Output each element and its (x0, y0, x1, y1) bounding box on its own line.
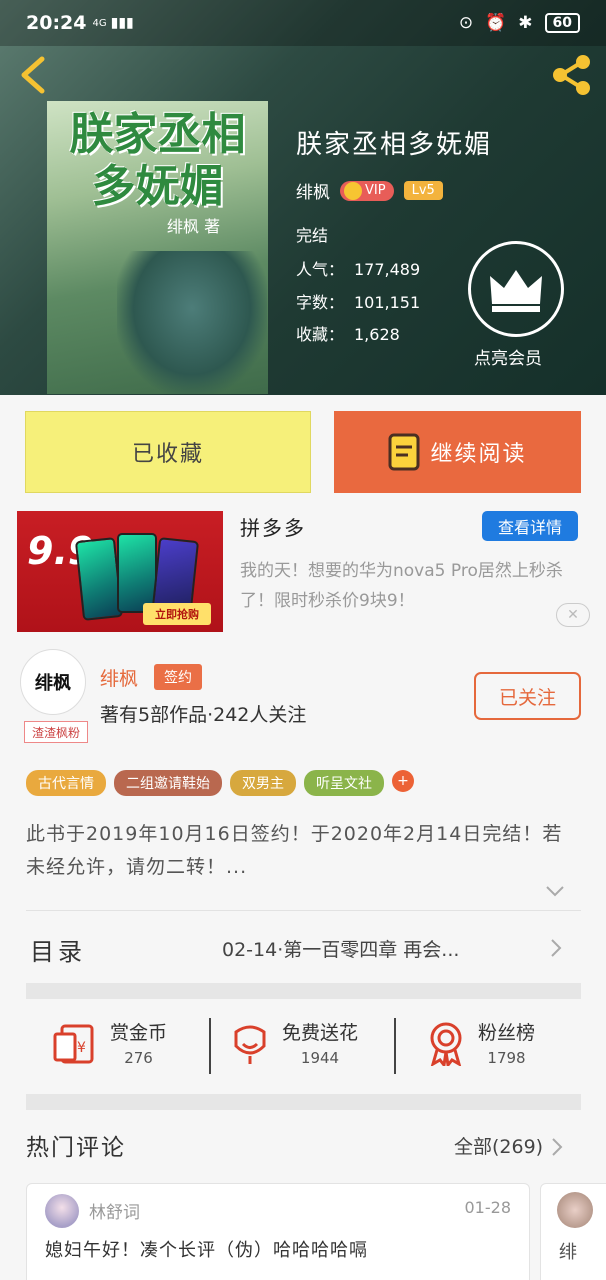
section-separator (26, 1094, 581, 1110)
status-time: 20:24 (26, 12, 87, 34)
cover-title: 朕家丞相多妩媚 (69, 109, 246, 212)
stat-name: 免费送花 (282, 1022, 359, 1044)
ad-buy-button[interactable]: 立即抢购 (143, 603, 211, 625)
author-name[interactable]: 绯枫 (100, 664, 138, 691)
stat-value: 1944 (300, 1049, 340, 1067)
book-title: 朕家丞相多妩媚 (296, 130, 493, 160)
ad-title[interactable]: 拼多多 (240, 512, 306, 541)
commenter-name[interactable]: 林舒词 (89, 1198, 140, 1223)
ad-detail-button[interactable]: 查看详情 (482, 511, 578, 541)
words-value: 101,151 (354, 293, 421, 312)
commenter-avatar[interactable] (45, 1194, 79, 1228)
back-icon[interactable] (18, 56, 48, 94)
stat-value: 1798 (487, 1049, 526, 1067)
comment-text: 媳妇午好！凑个长评（伪）哈哈哈哈嗝 (45, 1240, 368, 1261)
ad-close-button[interactable]: ✕ (556, 603, 590, 627)
battery-indicator: 60 (544, 13, 580, 33)
comment-date: 01-28 (464, 1198, 512, 1217)
signal-icon: ▮▮▮ (110, 15, 134, 31)
ad-image[interactable]: 9.9 元 立即抢购 (17, 511, 223, 632)
tag[interactable]: 古代言情 (26, 770, 106, 796)
popularity-row: 人气： 177,489 (296, 256, 420, 280)
level-badge: Lv5 (403, 181, 443, 200)
network-indicator: 4G (92, 17, 107, 29)
all-comments-link[interactable]: 全部(269) (454, 1132, 543, 1159)
cover-author: 绯枫 著 (167, 217, 221, 236)
collected-button[interactable]: 已收藏 (25, 411, 311, 493)
vip-crown-icon (344, 181, 362, 200)
vip-badge: VIP (340, 180, 394, 201)
continue-reading-label: 继续阅读 (430, 442, 527, 467)
book-author[interactable]: 绯枫 (296, 178, 330, 203)
toc-label[interactable]: 目录 (30, 932, 86, 967)
bluetooth-icon: ✱ (518, 13, 533, 33)
tag[interactable]: 双男主 (230, 770, 296, 796)
chevron-down-icon[interactable] (545, 884, 565, 898)
free-flowers[interactable]: 免费送花 1944 (230, 1018, 358, 1067)
comment-card[interactable]: 绯 (540, 1183, 606, 1280)
words-row: 字数： 101,151 (296, 289, 420, 313)
favorites-value: 1,628 (354, 325, 400, 344)
crown-icon (490, 270, 542, 312)
popularity-label: 人气： (296, 260, 345, 279)
hot-comments-title: 热门评论 (26, 1135, 126, 1161)
book-summary[interactable]: 此书于2019年10月16日签约！于2020年2月14日完结！若未经允许，请勿二… (26, 818, 582, 884)
stat-name: 粉丝榜 (478, 1022, 536, 1044)
divider (26, 910, 581, 911)
book-header: 20:24 4G ▮▮▮ ⊙ ⏰ ✱ 60 朕家丞相多妩媚 绯枫 著 朕家丞相多… (0, 0, 606, 395)
chevron-right-icon[interactable] (551, 1137, 563, 1157)
signed-badge: 签约 (154, 664, 202, 690)
fan-badge: 渣渣枫粉 (24, 721, 88, 743)
tag[interactable]: 听呈文社 (304, 770, 384, 796)
red-envelope-icon: ¥ (53, 1024, 94, 1063)
tag[interactable]: 二组邀请鞋始 (114, 770, 222, 796)
section-separator (26, 983, 581, 999)
divider (209, 1018, 211, 1074)
favorites-label: 收藏： (296, 325, 345, 344)
vip-member-button[interactable] (468, 241, 564, 337)
cover-illustration (117, 251, 267, 394)
author-line: 绯枫 VIP Lv5 (296, 178, 443, 203)
commenter-avatar[interactable] (557, 1192, 593, 1228)
popularity-value: 177,489 (354, 260, 421, 279)
continue-reading-button[interactable]: 继续阅读 (334, 411, 581, 493)
book-status: 完结 (296, 226, 329, 245)
chevron-right-icon[interactable] (550, 938, 562, 958)
fan-ranking[interactable]: 粉丝榜 1798 (426, 1018, 535, 1067)
favorites-row: 收藏： 1,628 (296, 321, 400, 345)
author-avatar[interactable]: 绯枫 (20, 649, 86, 715)
tag-list: 古代言情 二组邀请鞋始 双男主 听呈文社 + (26, 770, 414, 796)
words-label: 字数： (296, 293, 345, 312)
reward-coins[interactable]: ¥ 赏金币 276 (52, 1018, 167, 1067)
alarm-icon: ⏰ (485, 13, 507, 33)
phone-image (74, 537, 124, 621)
status-bar: 20:24 4G ▮▮▮ ⊙ ⏰ ✱ 60 (0, 0, 606, 46)
vip-caption[interactable]: 点亮会员 (474, 344, 542, 369)
more-tags-button[interactable]: + (392, 770, 414, 792)
comment-card[interactable]: 林舒词 01-28 媳妇午好！凑个长评（伪）哈哈哈哈嗝 (26, 1183, 530, 1280)
commenter-name[interactable]: 绯 (559, 1238, 577, 1264)
book-cover[interactable]: 朕家丞相多妩媚 绯枫 著 (47, 101, 268, 394)
latest-chapter[interactable]: 02-14·第一百零四章 再会... (222, 935, 459, 962)
author-stats: 著有5部作品·242人关注 (100, 704, 307, 726)
book-icon (388, 433, 420, 471)
flower-icon (234, 1025, 266, 1064)
phone-image (117, 533, 157, 613)
stat-name: 赏金币 (110, 1022, 168, 1044)
location-icon: ⊙ (458, 13, 474, 33)
follow-button[interactable]: 已关注 (474, 672, 581, 720)
medal-icon (430, 1022, 462, 1066)
vip-label: VIP (365, 183, 386, 198)
svg-text:¥: ¥ (77, 1040, 86, 1056)
ad-description[interactable]: 我的天！想要的华为nova5 Pro居然上秒杀了！限时秒杀价9块9！ (240, 556, 585, 616)
stat-value: 276 (124, 1049, 153, 1067)
divider (394, 1018, 396, 1074)
share-icon[interactable] (550, 53, 594, 97)
